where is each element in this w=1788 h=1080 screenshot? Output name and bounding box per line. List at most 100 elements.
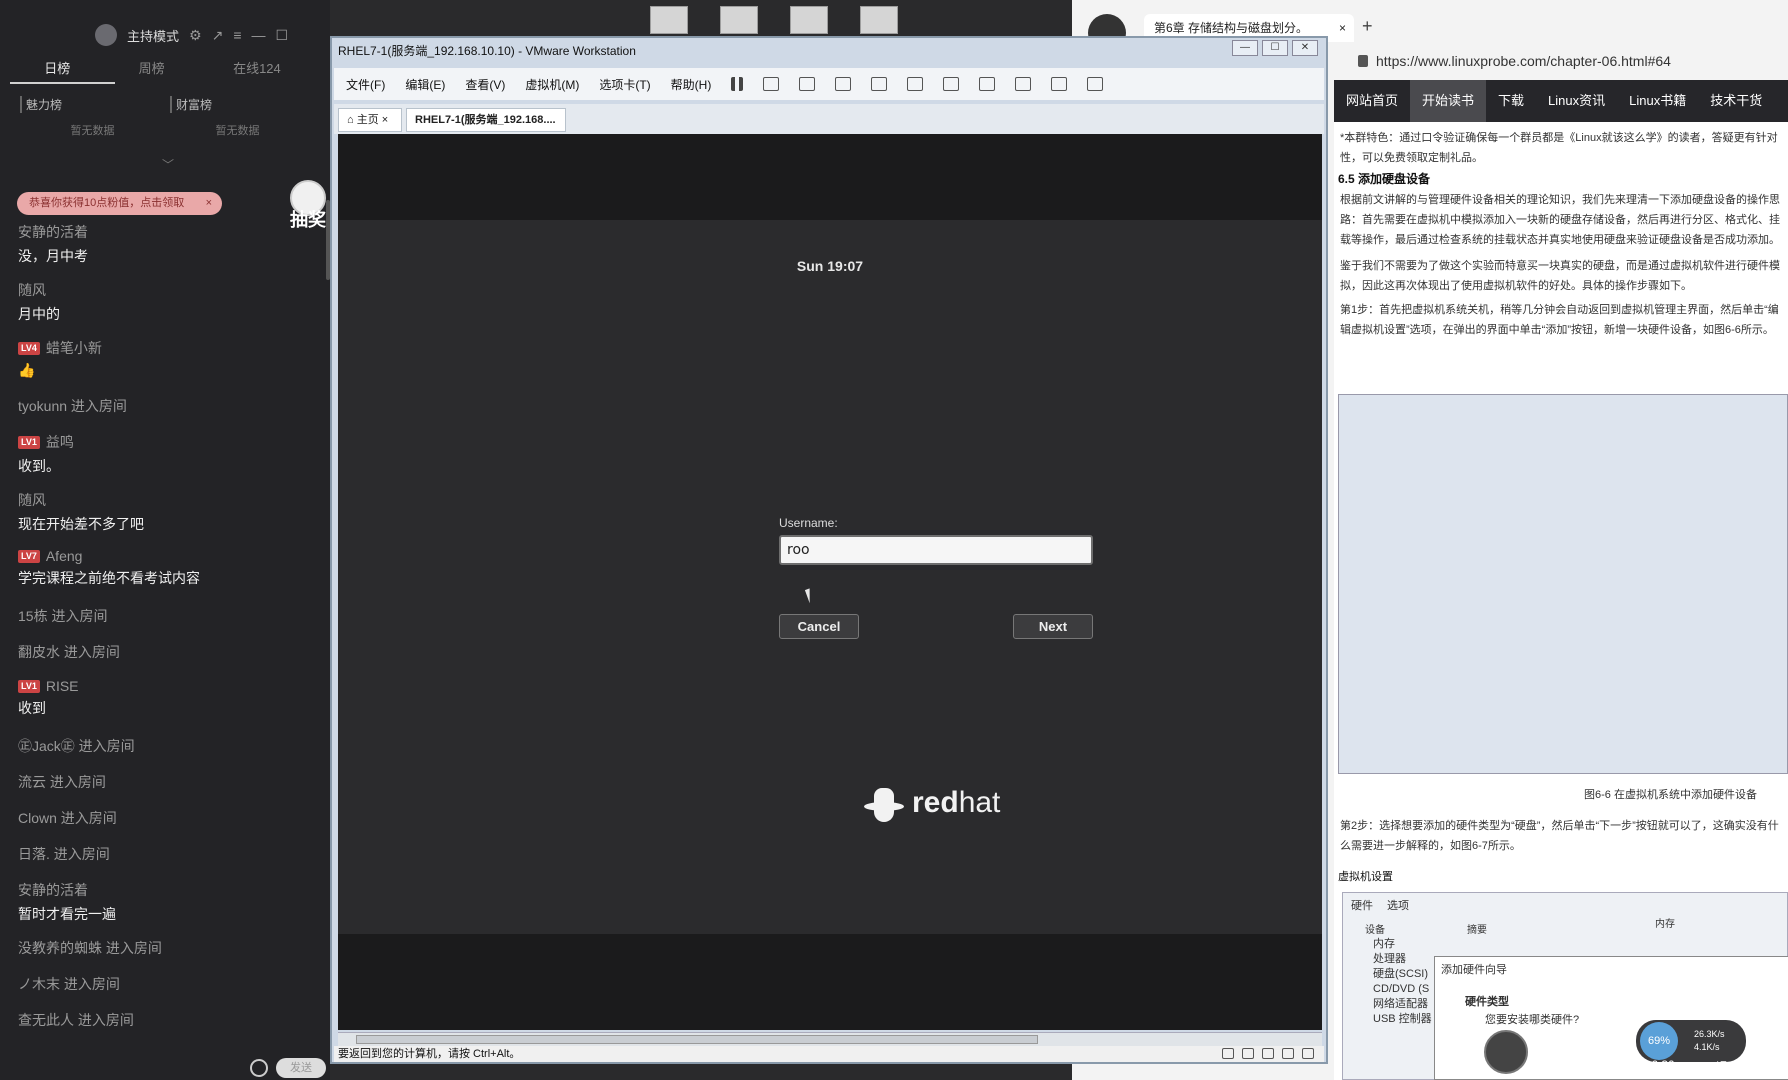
figure-title: 虚拟机设置: [1338, 871, 1393, 883]
settings-tab: 选项: [1387, 900, 1409, 912]
chat-username[interactable]: 日落. 进入房间: [18, 844, 110, 864]
close-button[interactable]: ✕: [1292, 40, 1318, 56]
chat-username[interactable]: 查无此人 进入房间: [18, 1010, 134, 1030]
chat-username[interactable]: 益鸣: [46, 432, 74, 452]
folder-icon[interactable]: [790, 6, 828, 34]
chat-username[interactable]: 流云 进入房间: [18, 772, 106, 792]
folder-icon[interactable]: [650, 6, 688, 34]
stretch-icon[interactable]: [1087, 77, 1104, 91]
network-icon[interactable]: [1282, 1048, 1294, 1059]
host-avatar[interactable]: [95, 24, 117, 46]
next-button[interactable]: Next: [1013, 614, 1093, 639]
chat-username[interactable]: 安静的活着: [18, 222, 88, 242]
emoji-icon[interactable]: [250, 1059, 268, 1077]
network-monitor[interactable]: 69% 26.3K/s 4.1K/s: [1636, 1020, 1746, 1062]
folder-icon[interactable]: [860, 6, 898, 34]
console-icon[interactable]: [1051, 77, 1068, 91]
send-button[interactable]: 发送: [276, 1058, 326, 1078]
minimize-button[interactable]: —: [1232, 40, 1258, 56]
hdd-icon[interactable]: [1242, 1048, 1254, 1059]
tab-charm[interactable]: 魅力榜: [20, 96, 160, 113]
menu-edit[interactable]: 编辑(E): [405, 76, 445, 93]
cdrom-icon[interactable]: [1262, 1048, 1274, 1059]
username-input[interactable]: roo: [779, 535, 1093, 565]
thumbnail-icon[interactable]: [943, 77, 960, 91]
scrollbar-thumb[interactable]: [356, 1035, 1038, 1044]
chat-username[interactable]: 随风: [18, 490, 46, 510]
snapshot-manager-icon[interactable]: [871, 77, 888, 91]
maximize-icon[interactable]: ☐: [275, 27, 288, 44]
tab-vm[interactable]: RHEL7-1(服务端_192.168.... ×: [406, 108, 566, 148]
tab-weekly[interactable]: 周榜: [139, 58, 165, 77]
chat-username[interactable]: 随风: [18, 280, 46, 300]
tab-label: RHEL7-1(服务端_192.168....: [415, 114, 556, 126]
fullscreen-icon[interactable]: [979, 77, 996, 91]
chat-text: 👍: [18, 362, 36, 378]
close-tab-icon[interactable]: ×: [1339, 14, 1346, 42]
nav-home[interactable]: 网站首页: [1334, 80, 1410, 122]
window-controls: — ☐ ✕: [1232, 40, 1318, 56]
chat-username[interactable]: ノ木末 进入房间: [18, 974, 120, 994]
chat-message: 日落. 进入房间: [18, 844, 318, 880]
chevron-down-icon[interactable]: ﹀: [162, 156, 174, 173]
host-mode-label[interactable]: 主持模式: [127, 26, 179, 45]
new-tab-icon[interactable]: +: [1362, 16, 1373, 37]
revert-snapshot-icon[interactable]: [835, 77, 852, 91]
nav-books[interactable]: Linux书籍: [1617, 80, 1698, 122]
settings-icon[interactable]: ⚙: [189, 27, 202, 44]
chat-username[interactable]: 15栋 进入房间: [18, 606, 107, 626]
chat-username[interactable]: Afeng: [46, 548, 83, 564]
menu-tabs[interactable]: 选项卡(T): [599, 76, 650, 93]
hdd-icon[interactable]: [1222, 1048, 1234, 1059]
section-heading: 6.5 添加硬盘设备: [1338, 172, 1431, 186]
tab-home[interactable]: ⌂ 主页 ×: [338, 108, 402, 132]
send-ctrl-alt-del-icon[interactable]: [763, 77, 780, 91]
nav-news[interactable]: Linux资讯: [1536, 80, 1617, 122]
exit-share-button[interactable]: 退出分享: [1716, 1058, 1764, 1075]
chat-text: 学完课程之前绝不看考试内容: [18, 570, 200, 586]
menu-file[interactable]: 文件(F): [346, 76, 385, 93]
snapshot-icon[interactable]: [799, 77, 816, 91]
cancel-button[interactable]: Cancel: [779, 614, 859, 639]
rank-empty-state: 暂无数据 暂无数据: [20, 122, 310, 138]
chat-username-row: 没教养的蜘蛛 进入房间: [18, 938, 318, 958]
menu-help[interactable]: 帮助(H): [671, 76, 712, 93]
maximize-button[interactable]: ☐: [1262, 40, 1288, 56]
minimize-icon[interactable]: —: [251, 27, 265, 43]
chat-message: 15栋 进入房间: [18, 606, 318, 642]
chat-username[interactable]: tyokunn 进入房间: [18, 396, 127, 416]
chat-username[interactable]: RISE: [46, 678, 79, 694]
reward-notice[interactable]: 恭喜你获得10点粉值，点击领取 ×: [17, 192, 222, 215]
menu-view[interactable]: 查看(V): [465, 76, 505, 93]
chat-username[interactable]: 安静的活着: [18, 880, 88, 900]
vm-display[interactable]: Sun 19:07 Username: roo Cancel Next redh…: [338, 134, 1322, 1030]
address-bar[interactable]: https://www.linuxprobe.com/chapter-06.ht…: [1358, 48, 1788, 74]
unity-icon[interactable]: [1015, 77, 1032, 91]
chat-username-row: 流云 进入房间: [18, 772, 318, 792]
pause-icon[interactable]: [731, 77, 744, 91]
close-icon[interactable]: ×: [206, 192, 212, 215]
chat-username[interactable]: Clown 进入房间: [18, 808, 117, 828]
tab-daily[interactable]: 日榜: [44, 58, 70, 77]
device-item: USB 控制器: [1373, 1013, 1432, 1025]
library-icon[interactable]: [907, 77, 924, 91]
chat-list: 安静的活着 没，月中考 随风 月中的 LV4 蜡笔小新 👍 tyokunn 进入房间 LV1 益鸣…: [18, 222, 318, 1046]
chat-username[interactable]: 蜡笔小新: [46, 338, 102, 358]
chat-username[interactable]: 没教养的蜘蛛 进入房间: [18, 938, 162, 958]
horizontal-scrollbar[interactable]: [338, 1032, 1322, 1046]
chat-message: LV4 蜡笔小新 👍: [18, 338, 318, 396]
nav-tech[interactable]: 技术干货: [1698, 80, 1774, 122]
folder-icon[interactable]: [720, 6, 758, 34]
tab-online[interactable]: 在线124: [233, 58, 281, 77]
nav-download[interactable]: 下载: [1486, 80, 1536, 122]
chat-username[interactable]: 翻皮水 进入房间: [18, 642, 120, 662]
empty-text: 暂无数据: [70, 125, 115, 137]
nav-read[interactable]: 开始读书: [1410, 80, 1487, 122]
menu-vm[interactable]: 虚拟机(M): [525, 76, 579, 93]
popout-icon[interactable]: ↗: [212, 27, 224, 44]
clock[interactable]: Sun 19:07: [338, 258, 1322, 274]
chat-username[interactable]: ㊣Jack㊣ 进入房间: [18, 736, 135, 756]
message-icon[interactable]: [1302, 1048, 1314, 1059]
menu-icon[interactable]: ≡: [233, 27, 241, 43]
tab-wealth[interactable]: 财富榜: [170, 96, 310, 113]
